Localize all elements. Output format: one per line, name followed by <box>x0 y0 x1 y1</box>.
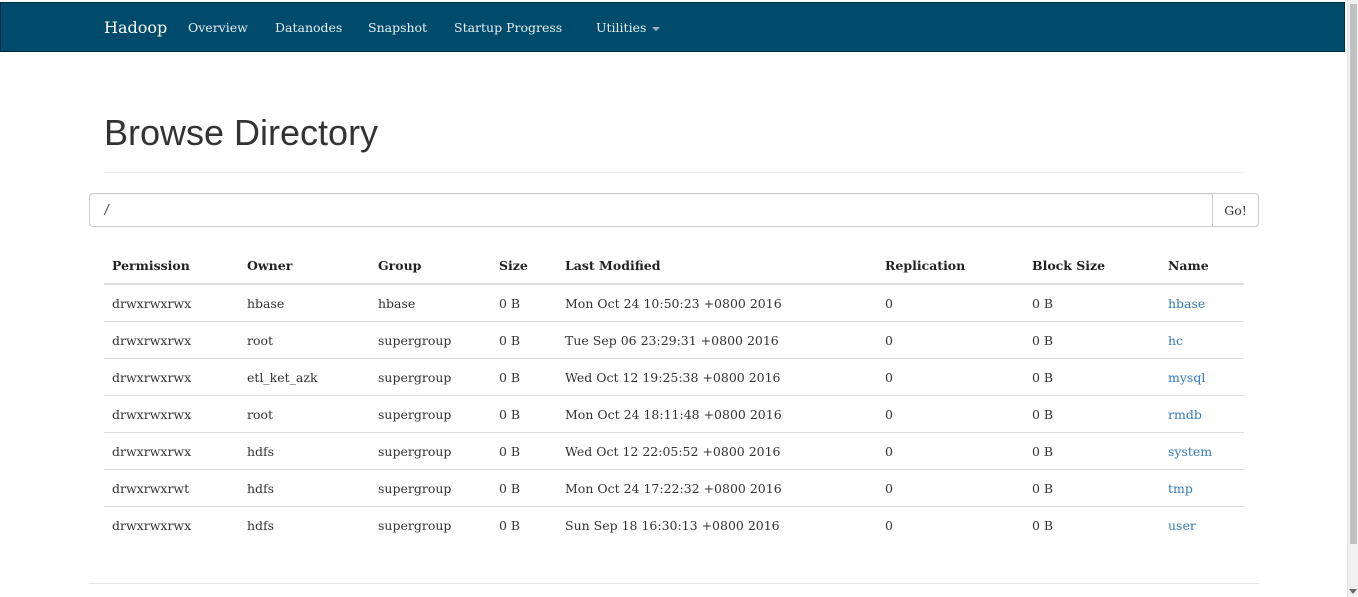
cell-group: supergroup <box>370 395 491 433</box>
cell-block-size: 0 B <box>1024 432 1160 470</box>
cell-size: 0 B <box>491 358 557 396</box>
nav-overview[interactable]: Overview <box>188 3 248 53</box>
vertical-scrollbar[interactable] <box>1347 0 1358 597</box>
column-header-last-modified[interactable]: Last Modified <box>557 247 877 285</box>
table-row: drwxrwxrwx hdfs supergroup 0 B Wed Oct 1… <box>104 432 1244 470</box>
column-header-size[interactable]: Size <box>491 247 557 285</box>
cell-replication: 0 <box>877 469 1024 507</box>
cell-permission: drwxrwxrwx <box>104 395 239 433</box>
scroll-down-arrow-icon[interactable] <box>1349 589 1357 594</box>
cell-owner: hbase <box>239 284 370 322</box>
cell-size: 0 B <box>499 517 521 533</box>
cell-group: supergroup <box>370 321 491 359</box>
cell-owner: hdfs <box>247 517 275 533</box>
cell-replication: 0 <box>877 395 1024 433</box>
column-header-group[interactable]: Group <box>370 247 491 285</box>
cell-last-modified: Mon Oct 24 10:50:23 +0800 2016 <box>557 284 877 322</box>
cell-group: supergroup <box>370 469 491 507</box>
cell-name: tmp <box>1160 469 1244 507</box>
cell-block-size: 0 B <box>1024 395 1160 433</box>
cell-last-modified: Sun Sep 18 16:30:13 +0800 2016 <box>565 517 780 533</box>
directory-path-input[interactable] <box>89 193 1213 227</box>
nav-datanodes[interactable]: Datanodes <box>275 3 342 53</box>
cell-owner: hdfs <box>239 432 370 470</box>
page-title: Browse Directory <box>104 112 379 153</box>
cell-permission: drwxrwxrwt <box>104 469 239 507</box>
table-header-row: Permission Owner Group Size Last Modifie… <box>104 247 1244 285</box>
cell-group: supergroup <box>378 517 452 533</box>
cell-last-modified: Wed Oct 12 22:05:52 +0800 2016 <box>557 432 877 470</box>
cell-last-modified: Mon Oct 24 18:11:48 +0800 2016 <box>557 395 877 433</box>
cell-size: 0 B <box>491 321 557 359</box>
cell-replication: 0 <box>877 358 1024 396</box>
cell-size: 0 B <box>491 469 557 507</box>
directory-link[interactable]: system <box>1168 444 1212 459</box>
cell-name: rmdb <box>1160 395 1244 433</box>
cell-group: supergroup <box>370 432 491 470</box>
table-row: drwxrwxrwt hdfs supergroup 0 B Mon Oct 2… <box>104 469 1244 507</box>
cell-block-size: 0 B <box>1024 284 1160 322</box>
cell-size: 0 B <box>491 432 557 470</box>
directory-link[interactable]: hc <box>1168 333 1183 348</box>
cell-name: user <box>1160 507 1244 544</box>
scrollbar-thumb[interactable] <box>1350 4 1357 544</box>
cell-name: mysql <box>1160 358 1244 396</box>
brand-link[interactable]: Hadoop <box>104 3 167 53</box>
column-header-replication[interactable]: Replication <box>877 247 1024 285</box>
table-row: drwxrwxrwx root supergroup 0 B Tue Sep 0… <box>104 321 1244 359</box>
table-row: drwxrwxrwx root supergroup 0 B Mon Oct 2… <box>104 395 1244 433</box>
cell-size: 0 B <box>491 284 557 322</box>
cell-name: system <box>1160 432 1244 470</box>
cell-group: hbase <box>370 284 491 322</box>
cell-permission: drwxrwxrwx <box>104 284 239 322</box>
cell-permission: drwxrwxrwx <box>104 358 239 396</box>
cell-owner: etl_ket_azk <box>239 358 370 396</box>
cell-block-size: 0 B <box>1024 321 1160 359</box>
nav-startup-progress[interactable]: Startup Progress <box>454 3 562 53</box>
cell-permission: drwxrwxrwx <box>112 517 192 533</box>
cell-last-modified: Wed Oct 12 19:25:38 +0800 2016 <box>557 358 877 396</box>
footer-divider <box>89 583 1259 584</box>
cell-replication: 0 <box>885 517 893 533</box>
cell-permission: drwxrwxrwx <box>104 432 239 470</box>
cell-name: hc <box>1160 321 1244 359</box>
cell-permission: drwxrwxrwx <box>104 321 239 359</box>
cell-block-size: 0 B <box>1024 358 1160 396</box>
cell-owner: root <box>239 395 370 433</box>
cell-block-size: 0 B <box>1024 469 1160 507</box>
column-header-name[interactable]: Name <box>1160 247 1244 285</box>
table-row: drwxrwxrwx hbase hbase 0 B Mon Oct 24 10… <box>104 284 1244 322</box>
cell-name: hbase <box>1160 284 1244 322</box>
nav-utilities-dropdown[interactable]: Utilities <box>596 3 661 53</box>
directory-link[interactable]: mysql <box>1168 370 1205 385</box>
top-navbar: Hadoop Overview Datanodes Snapshot Start… <box>0 2 1345 52</box>
directory-link[interactable]: rmdb <box>1168 407 1202 422</box>
cell-group: supergroup <box>370 358 491 396</box>
cell-block-size: 0 B <box>1032 517 1054 533</box>
column-header-owner[interactable]: Owner <box>239 247 370 285</box>
cell-replication: 0 <box>877 321 1024 359</box>
column-header-block-size[interactable]: Block Size <box>1024 247 1160 285</box>
go-button[interactable]: Go! <box>1212 193 1259 227</box>
table-row: drwxrwxrwx hdfs supergroup 0 B Sun Sep 1… <box>104 507 1244 544</box>
cell-replication: 0 <box>877 432 1024 470</box>
directory-link[interactable]: user <box>1168 518 1196 533</box>
cell-owner: root <box>239 321 370 359</box>
directory-link[interactable]: hbase <box>1168 296 1205 311</box>
cell-size: 0 B <box>491 395 557 433</box>
cell-last-modified: Mon Oct 24 17:22:32 +0800 2016 <box>557 469 877 507</box>
column-header-permission[interactable]: Permission <box>104 247 239 285</box>
nav-utilities-label: Utilities <box>596 20 647 35</box>
table-row: drwxrwxrwx etl_ket_azk supergroup 0 B We… <box>104 358 1244 396</box>
caret-down-icon <box>652 26 661 31</box>
header-divider <box>104 172 1244 173</box>
directory-link[interactable]: tmp <box>1168 481 1193 496</box>
nav-snapshot[interactable]: Snapshot <box>368 3 427 53</box>
cell-owner: hdfs <box>239 469 370 507</box>
cell-replication: 0 <box>877 284 1024 322</box>
cell-last-modified: Tue Sep 06 23:29:31 +0800 2016 <box>557 321 877 359</box>
directory-listing-table: Permission Owner Group Size Last Modifie… <box>104 247 1244 543</box>
